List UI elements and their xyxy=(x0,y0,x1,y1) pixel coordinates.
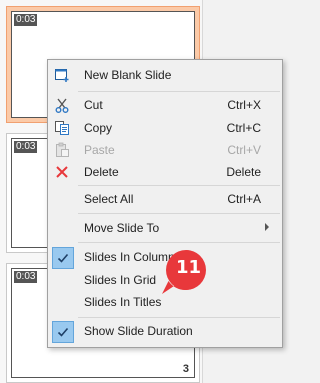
menu-item-shortcut: Ctrl+X xyxy=(227,98,261,112)
menu-item-label: Paste xyxy=(84,143,115,157)
menu-item-move-slide-to[interactable]: Move Slide To xyxy=(50,217,280,239)
checkmark-icon xyxy=(52,247,74,269)
menu-item-delete[interactable]: Delete Delete xyxy=(50,161,280,183)
paste-icon xyxy=(52,140,72,160)
menu-item-select-all[interactable]: Select All Ctrl+A xyxy=(50,188,280,210)
step-number: 11 xyxy=(176,257,202,278)
context-menu: New Blank Slide Cut Ctrl+X Copy Ctrl+C P… xyxy=(47,59,283,348)
slide-number: 3 xyxy=(182,363,189,375)
slide-duration-label: 0:03 xyxy=(14,14,38,26)
menu-item-show-slide-duration[interactable]: Show Slide Duration xyxy=(50,320,280,343)
new-slide-icon xyxy=(52,65,72,85)
menu-item-shortcut: Ctrl+A xyxy=(227,192,261,206)
delete-x-icon xyxy=(52,162,72,182)
menu-item-label: New Blank Slide xyxy=(84,68,172,82)
menu-item-label: Delete xyxy=(84,165,119,179)
menu-separator xyxy=(78,91,280,92)
menu-item-label: Select All xyxy=(84,192,134,206)
menu-item-label: Slides In Titles xyxy=(84,295,162,309)
step-number-badge: 11 xyxy=(160,246,210,296)
menu-separator xyxy=(78,242,280,243)
menu-item-label: Cut xyxy=(84,98,103,112)
menu-item-shortcut: Delete xyxy=(226,165,261,179)
menu-item-new-blank-slide[interactable]: New Blank Slide xyxy=(50,64,280,86)
menu-item-label: Copy xyxy=(84,121,113,135)
menu-item-copy[interactable]: Copy Ctrl+C xyxy=(50,117,280,139)
submenu-arrow-icon xyxy=(265,223,269,231)
copy-icon xyxy=(52,118,72,138)
menu-item-label: Show Slide Duration xyxy=(84,324,193,338)
menu-item-label: Slides In Grid xyxy=(84,273,157,287)
menu-item-shortcut: Ctrl+V xyxy=(227,143,261,157)
checkmark-icon xyxy=(52,321,74,343)
menu-separator xyxy=(78,185,280,186)
menu-item-label: Move Slide To xyxy=(84,221,160,235)
menu-item-shortcut: Ctrl+C xyxy=(226,121,261,135)
menu-separator xyxy=(78,317,280,318)
slide-duration-label: 0:03 xyxy=(14,141,38,153)
menu-item-cut[interactable]: Cut Ctrl+X xyxy=(50,94,280,116)
menu-separator xyxy=(78,213,280,214)
slide-duration-label: 0:03 xyxy=(14,271,38,283)
menu-item-paste[interactable]: Paste Ctrl+V xyxy=(50,139,280,161)
scissors-icon xyxy=(52,95,72,115)
